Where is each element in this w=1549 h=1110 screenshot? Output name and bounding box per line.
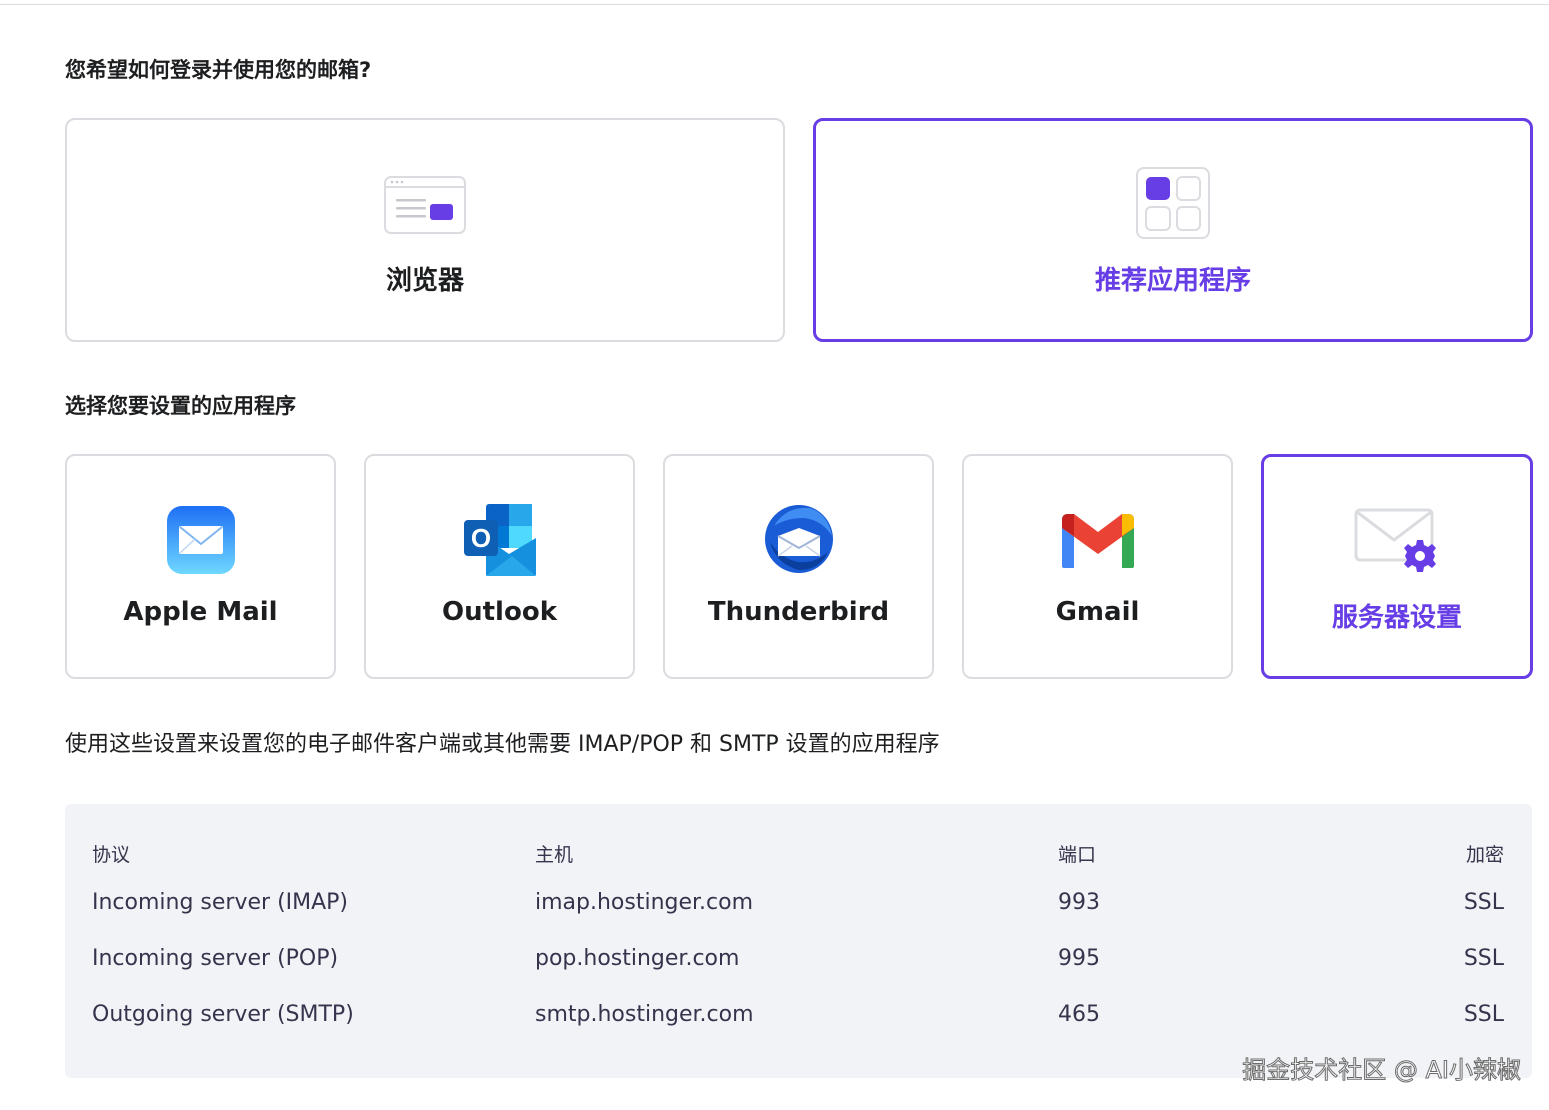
header-protocol: 协议 [92,844,131,866]
svg-text:O: O [470,523,490,553]
thunderbird-label: Thunderbird [707,597,890,627]
outlook-label: Outlook [442,597,557,627]
header-host: 主机 [535,844,574,866]
pop-port: 995 [1058,946,1100,971]
thunderbird-card[interactable]: Thunderbird [663,454,934,679]
apple-mail-icon [166,506,235,574]
gmail-icon [1061,514,1134,568]
gmail-card[interactable]: Gmail [962,454,1233,679]
watermark: 掘金技术社区 @ AI小辣椒 [1242,1056,1522,1085]
browser-option-card[interactable]: 浏览器 [65,118,785,342]
apple-mail-card[interactable]: Apple Mail [65,454,336,679]
server-settings-card[interactable]: 服务器设置 [1261,454,1533,679]
pop-host[interactable]: pop.hostinger.com [535,946,739,971]
imap-protocol: Incoming server (IMAP) [92,890,349,915]
recommended-app-option-card[interactable]: 推荐应用程序 [813,118,1533,342]
header-port: 端口 [1058,844,1097,866]
server-settings-label: 服务器设置 [1331,603,1462,633]
imap-port: 993 [1058,890,1100,915]
smtp-port: 465 [1058,1002,1100,1027]
pop-protocol: Incoming server (POP) [92,946,339,971]
outlook-card[interactable]: O Outlook [364,454,635,679]
login-method-heading: 您希望如何登录并使用您的邮箱? [65,58,372,82]
app-grid-icon [1136,167,1210,239]
outlook-icon: O [463,504,536,576]
apple-mail-label: Apple Mail [123,597,278,627]
gmail-label: Gmail [1055,597,1140,627]
browser-option-label: 浏览器 [385,266,464,296]
smtp-protocol: Outgoing server (SMTP) [92,1002,354,1027]
server-settings-table: 协议 主机 端口 加密 Incoming server (IMAP) imap.… [65,804,1532,1078]
pop-encryption: SSL [1463,946,1504,971]
imap-encryption: SSL [1463,890,1504,915]
top-divider [0,4,1549,5]
smtp-encryption: SSL [1463,1002,1504,1027]
server-settings-icon [1354,508,1436,572]
recommended-app-option-label: 推荐应用程序 [1094,266,1251,296]
smtp-host[interactable]: smtp.hostinger.com [535,1002,754,1027]
settings-description: 使用这些设置来设置您的电子邮件客户端或其他需要 IMAP/POP 和 SMTP … [65,732,940,757]
header-encryption: 加密 [1465,844,1504,866]
app-select-heading: 选择您要设置的应用程序 [65,394,296,418]
thunderbird-icon [764,505,833,573]
browser-window-icon [384,176,466,234]
imap-host[interactable]: imap.hostinger.com [535,890,753,915]
